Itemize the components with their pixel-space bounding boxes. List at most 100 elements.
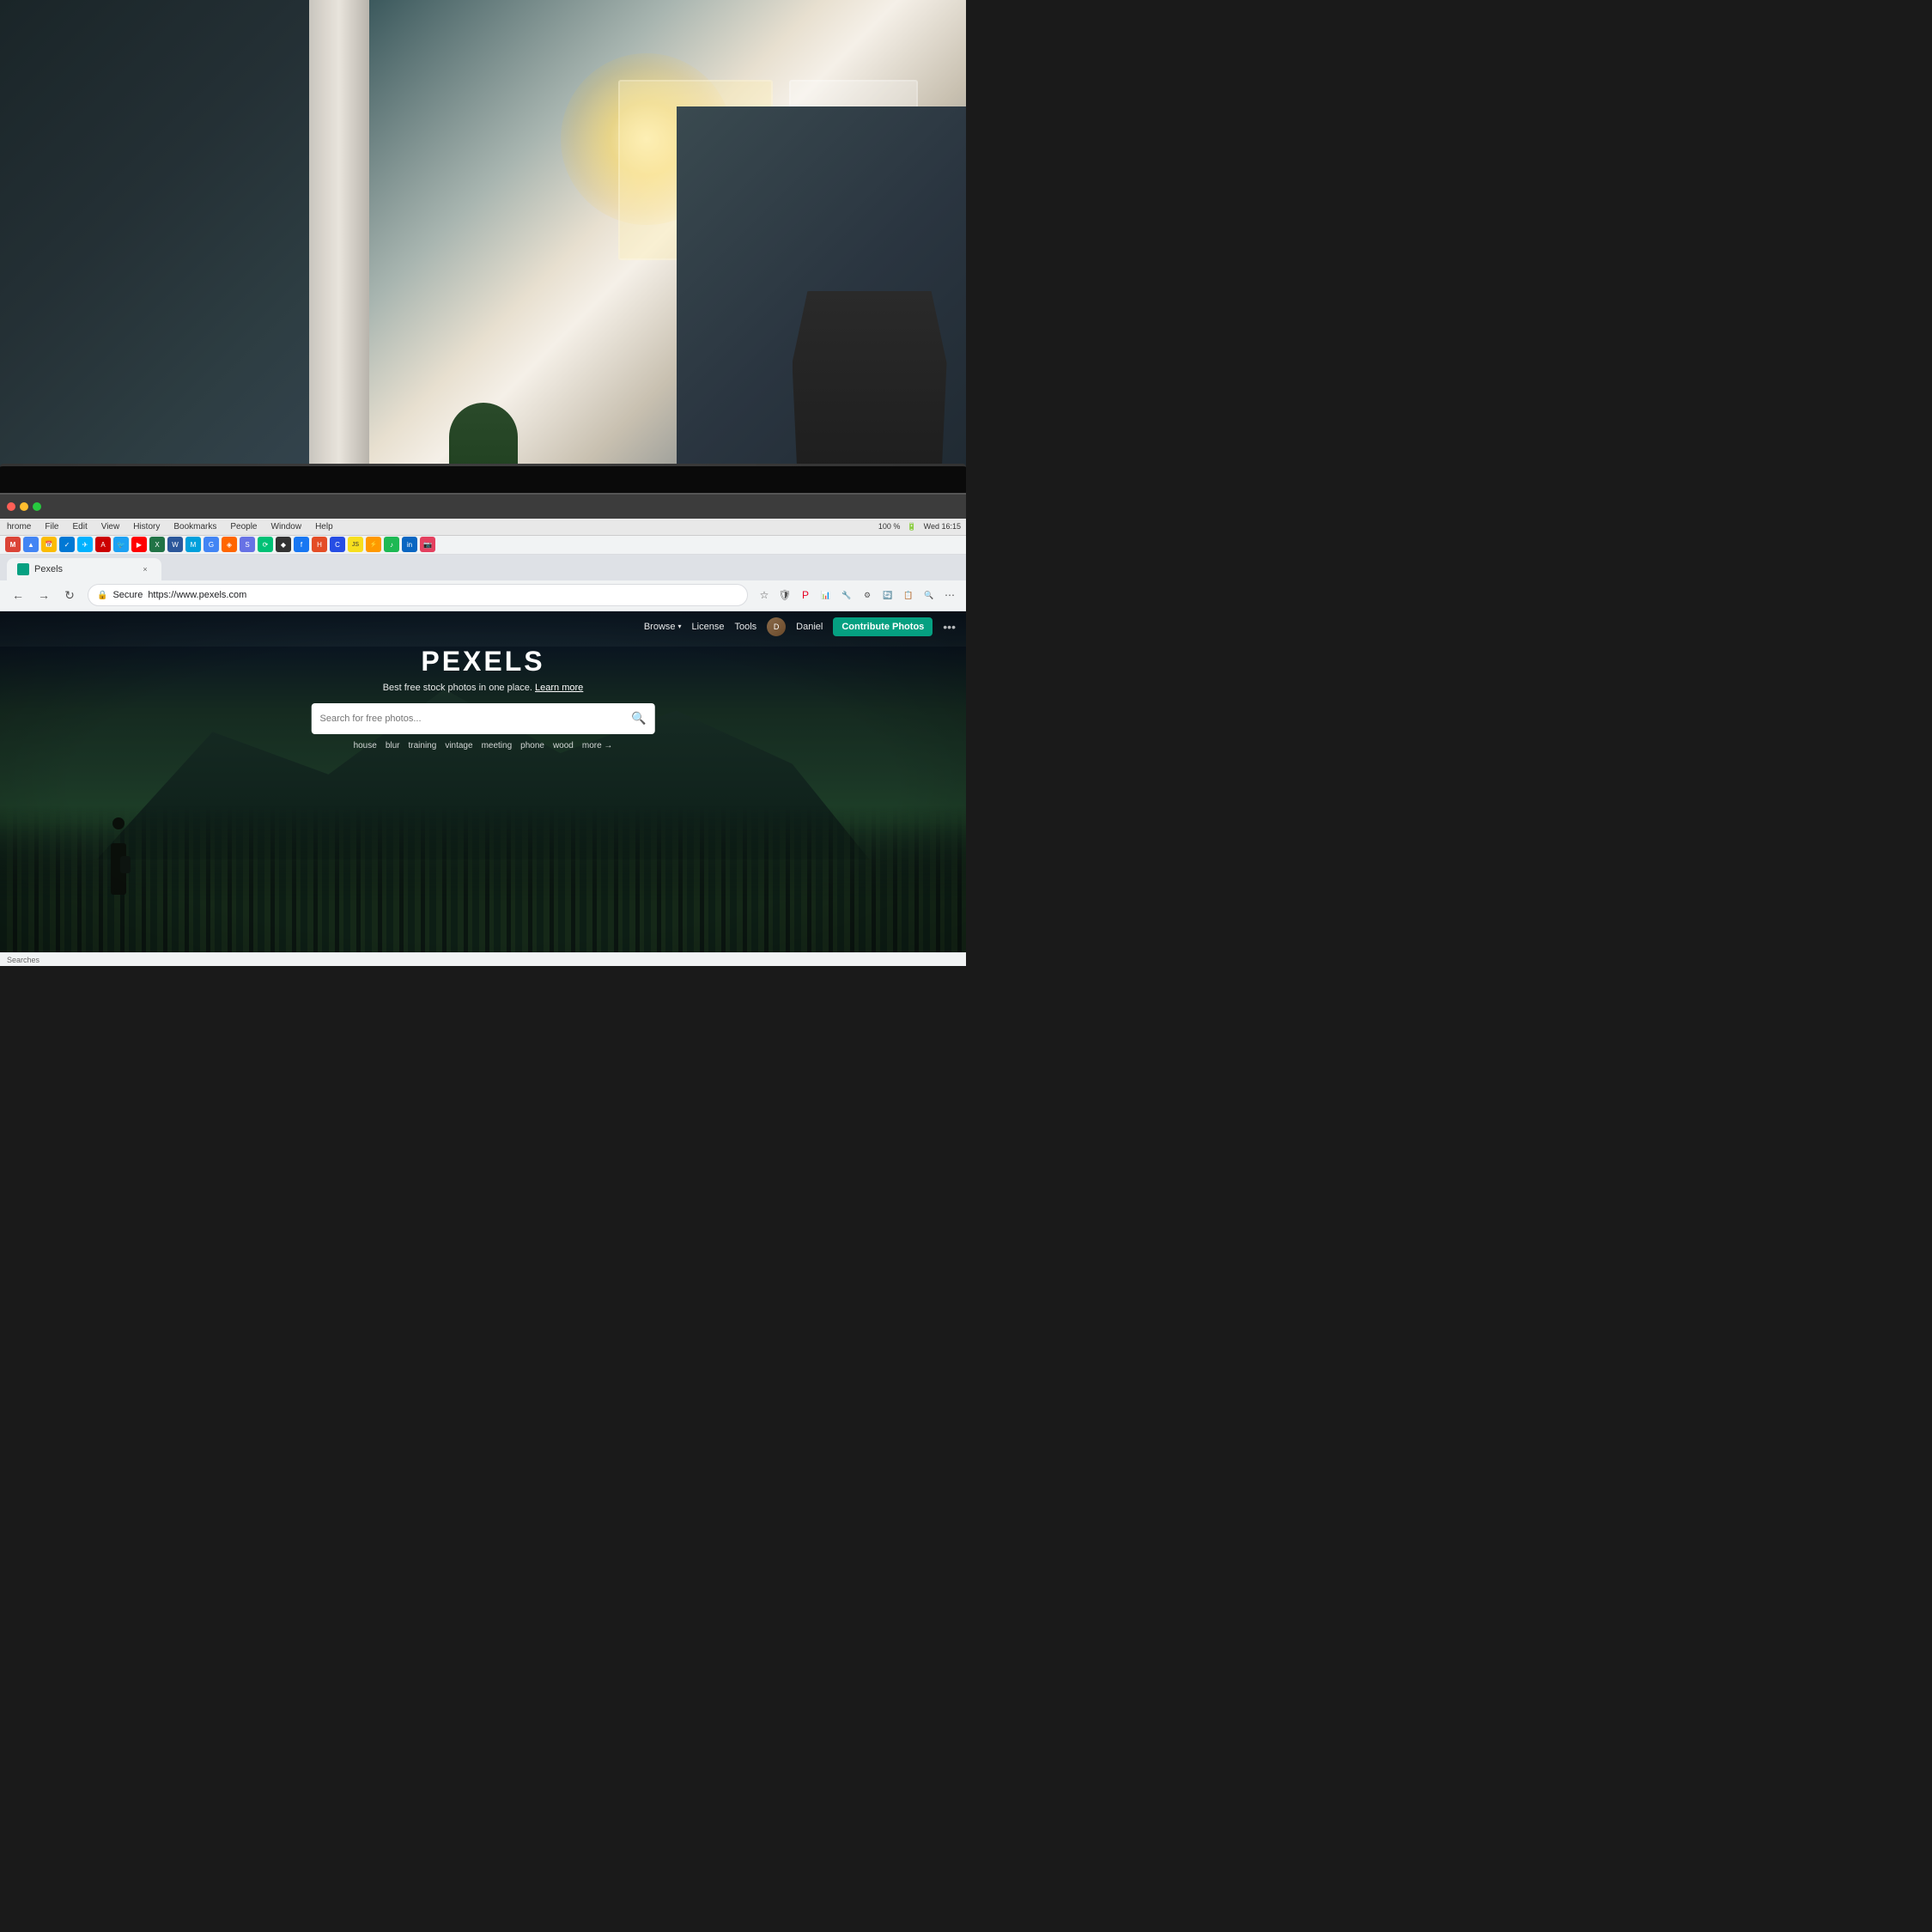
hero-content: PEXELS Best free stock photos in one pla… — [48, 646, 918, 750]
battery-percent: 100 % — [878, 522, 901, 531]
menu-window[interactable]: Window — [270, 522, 304, 532]
nav-right: Browse ▾ License Tools D Daniel Contribu… — [644, 617, 956, 636]
tab-close-button[interactable]: × — [139, 563, 151, 575]
forward-button[interactable]: → — [33, 584, 55, 606]
window-controls — [7, 502, 41, 511]
menu-chrome[interactable]: hrome — [5, 522, 33, 532]
ext-toolbar-1[interactable]: 📊 — [817, 586, 835, 605]
shield-icon[interactable]: 🛡 — [775, 586, 794, 605]
person-silhouette — [97, 817, 140, 895]
person-head — [112, 817, 125, 829]
webpage-content: Browse ▾ License Tools D Daniel Contribu… — [0, 611, 966, 966]
menu-view[interactable]: View — [100, 522, 122, 532]
ext-excel-icon[interactable]: X — [149, 537, 165, 552]
ext-gmail-icon[interactable]: M — [5, 537, 21, 552]
ext-youtube-icon[interactable]: ▶ — [131, 537, 147, 552]
ext-calendar-icon[interactable]: 📅 — [41, 537, 57, 552]
battery-icon: 🔋 — [907, 522, 916, 532]
contribute-photos-button[interactable]: Contribute Photos — [833, 617, 933, 636]
ext-chrome-icon[interactable]: G — [204, 537, 219, 552]
tag-meeting[interactable]: meeting — [482, 741, 513, 750]
tag-training[interactable]: training — [409, 741, 437, 750]
search-tags: house blur training vintage meeting phon… — [48, 741, 918, 750]
ext-spotify-icon[interactable]: ♪ — [384, 537, 399, 552]
search-icon[interactable]: 🔍 — [631, 711, 646, 726]
bg-column — [309, 0, 369, 532]
user-avatar[interactable]: D — [767, 617, 786, 636]
ext-fb-icon[interactable]: f — [294, 537, 309, 552]
tree-silhouettes — [0, 806, 966, 966]
ext-aws-icon[interactable]: ⚡ — [366, 537, 381, 552]
menu-file[interactable]: File — [43, 522, 60, 532]
ext-twitter-icon[interactable]: 🐦 — [113, 537, 129, 552]
maximize-window-button[interactable] — [33, 502, 41, 511]
license-link[interactable]: License — [692, 622, 725, 632]
menu-bookmarks[interactable]: Bookmarks — [172, 522, 218, 532]
active-tab[interactable]: Pexels × — [7, 558, 161, 580]
ext-js-icon[interactable]: JS — [348, 537, 363, 552]
secure-label: Secure — [112, 590, 143, 600]
ext-linkedin-icon[interactable]: in — [402, 537, 417, 552]
tab-favicon — [17, 563, 29, 575]
learn-more-link[interactable]: Learn more — [535, 683, 583, 693]
menu-history[interactable]: History — [131, 522, 161, 532]
pexels-title: PEXELS — [48, 646, 918, 677]
ext-todo-icon[interactable]: ✓ — [59, 537, 75, 552]
browse-dropdown[interactable]: Browse ▾ — [644, 622, 682, 632]
pinterest-icon[interactable]: P — [796, 586, 815, 605]
more-tags-link[interactable]: more → — [582, 741, 613, 750]
pexels-hero: Browse ▾ License Tools D Daniel Contribu… — [0, 611, 966, 966]
ext-instagram-icon[interactable]: 📷 — [420, 537, 435, 552]
menu-bar-right: 100 % 🔋 Wed 16:15 — [878, 522, 961, 532]
subtitle-text: Best free stock photos in one place. — [383, 683, 532, 693]
ext-m-icon[interactable]: M — [185, 537, 201, 552]
pexels-navbar: Browse ▾ License Tools D Daniel Contribu… — [0, 611, 966, 642]
tools-link[interactable]: Tools — [734, 622, 756, 632]
search-input[interactable] — [320, 714, 625, 724]
back-button[interactable]: ← — [7, 584, 29, 606]
status-bar: Searches — [0, 952, 966, 966]
more-tools-button[interactable]: ⋯ — [940, 586, 959, 605]
ext-ext2-icon[interactable]: S — [240, 537, 255, 552]
browse-label: Browse — [644, 622, 676, 632]
search-bar[interactable]: 🔍 — [312, 703, 655, 734]
ext-toolbar-3[interactable]: ⚙ — [858, 586, 877, 605]
clock: Wed 16:15 — [924, 522, 961, 531]
minimize-window-button[interactable] — [20, 502, 28, 511]
address-bar[interactable]: 🔒 Secure https://www.pexels.com — [88, 584, 748, 606]
tag-phone[interactable]: phone — [520, 741, 544, 750]
browse-chevron-icon: ▾ — [678, 623, 682, 630]
avatar-initial: D — [774, 623, 780, 631]
tag-blur[interactable]: blur — [386, 741, 400, 750]
menu-people[interactable]: People — [228, 522, 258, 532]
menu-help[interactable]: Help — [313, 522, 335, 532]
ext-telegram-icon[interactable]: ✈ — [77, 537, 93, 552]
url-text: https://www.pexels.com — [148, 590, 246, 600]
bookmark-star-icon[interactable]: ☆ — [755, 586, 774, 605]
ext-toolbar-2[interactable]: 🔧 — [837, 586, 856, 605]
ext-gdrive-icon[interactable]: ▲ — [23, 537, 39, 552]
secure-icon: 🔒 — [97, 591, 107, 600]
ext-html-icon[interactable]: H — [312, 537, 327, 552]
close-window-button[interactable] — [7, 502, 15, 511]
ext-css-icon[interactable]: C — [330, 537, 345, 552]
ext-toolbar-4[interactable]: 🔄 — [878, 586, 897, 605]
refresh-button[interactable]: ↻ — [58, 584, 81, 606]
tag-vintage[interactable]: vintage — [445, 741, 472, 750]
ext-acrobat-icon[interactable]: A — [95, 537, 111, 552]
address-toolbar: ← → ↻ 🔒 Secure https://www.pexels.com ☆ … — [0, 580, 966, 611]
pexels-subtitle: Best free stock photos in one place. Lea… — [48, 683, 918, 693]
menu-edit[interactable]: Edit — [70, 522, 88, 532]
ext-ext1-icon[interactable]: ◈ — [222, 537, 237, 552]
nav-more-button[interactable]: ••• — [943, 620, 956, 634]
tag-wood[interactable]: wood — [553, 741, 574, 750]
browser-window: hrome File Edit View History Bookmarks P… — [0, 493, 966, 966]
ext-toolbar-5[interactable]: 📋 — [899, 586, 918, 605]
ext-ext4-icon[interactable]: ◆ — [276, 537, 291, 552]
ext-office-icon[interactable]: W — [167, 537, 183, 552]
tag-house[interactable]: house — [354, 741, 377, 750]
ext-ext3-icon[interactable]: ⟳ — [258, 537, 273, 552]
tree-row — [0, 806, 966, 966]
ext-toolbar-6[interactable]: 🔍 — [920, 586, 939, 605]
nav-username[interactable]: Daniel — [796, 622, 823, 632]
